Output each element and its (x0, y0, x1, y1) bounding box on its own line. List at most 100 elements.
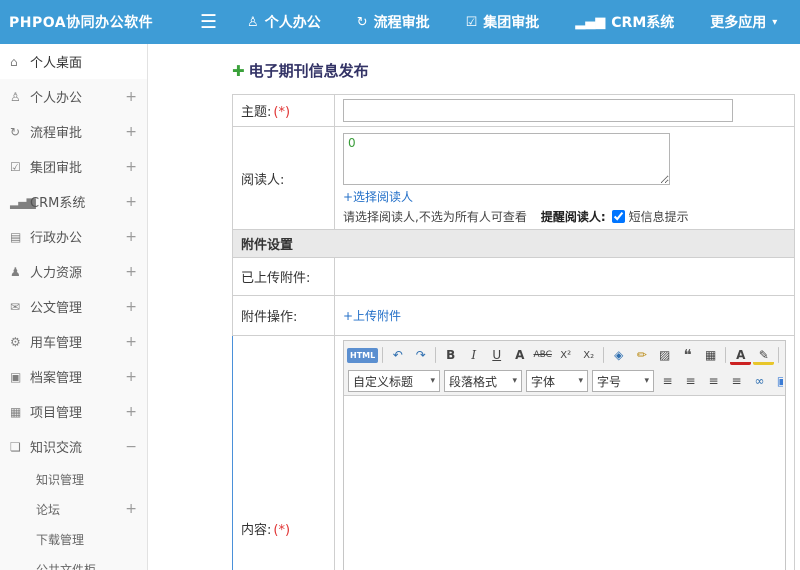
nav-personal-office[interactable]: ♙ 个人办公 (247, 12, 321, 32)
hamburger-menu-icon[interactable]: ☰ (200, 12, 217, 32)
image-button[interactable]: ▣ (772, 371, 783, 392)
expand-toggle-icon[interactable]: + (121, 501, 137, 517)
sidebar: ⌂ 个人桌面 ♙ 个人办公 + ↻ 流程审批 + ☑ 集团审批 + ▂▄▆ CR… (0, 44, 148, 570)
approval-icon: ☑ (10, 159, 21, 174)
sms-notify-checkbox[interactable] (611, 210, 625, 223)
expand-toggle-icon[interactable]: + (121, 124, 137, 140)
expand-toggle-icon[interactable]: + (121, 264, 137, 280)
sidebar-item-label: 用车管理 (30, 336, 83, 351)
editor-content-area[interactable] (344, 396, 785, 570)
blockquote-button[interactable]: ❝ (677, 345, 698, 366)
bar-chart-icon: ▂▄▆ (575, 14, 606, 30)
undo-button[interactable]: ↶ (387, 345, 408, 366)
align-justify-button[interactable]: ≡ (726, 371, 747, 392)
sidebar-item-forum[interactable]: 论坛 + (0, 494, 147, 524)
paragraph-select[interactable]: 段落格式 ▾ (444, 370, 522, 392)
subject-input[interactable] (343, 99, 733, 122)
briefcase-icon: ▤ (10, 229, 21, 244)
expand-toggle-icon[interactable]: + (121, 159, 137, 175)
superscript-button[interactable]: X² (555, 345, 576, 366)
chat-icon: ❏ (10, 439, 21, 454)
sidebar-item-vehicle-mgmt[interactable]: ⚙ 用车管理 + (0, 324, 147, 359)
sidebar-item-label: 集团审批 (30, 161, 83, 176)
attachment-section-row: 附件设置 (232, 229, 795, 258)
fill-color-button[interactable]: ▨ (654, 345, 675, 366)
align-left-button[interactable]: ≡ (657, 371, 678, 392)
content-label: 内容: (*) (232, 335, 335, 570)
sidebar-item-crm-system[interactable]: ▂▄▆ CRM系统 + (0, 184, 147, 219)
heading-select[interactable]: 自定义标题 ▾ (348, 370, 440, 392)
nav-workflow-approval[interactable]: ↻ 流程审批 (357, 12, 430, 32)
font-size-select[interactable]: 字号 ▾ (592, 370, 654, 392)
nav-label: 流程审批 (373, 15, 430, 31)
italic-button[interactable]: I (463, 345, 484, 366)
page-title-text: 电子期刊信息发布 (248, 62, 369, 80)
approval-icon: ☑ (465, 14, 478, 30)
main-content: ✚ 电子期刊信息发布 主题: (*) 阅读人: 0 +选择阅读人 请选择阅读人,… (149, 44, 800, 570)
strikethrough-button[interactable]: ABC (532, 345, 553, 366)
sidebar-item-group-approval[interactable]: ☑ 集团审批 + (0, 149, 147, 184)
readers-textarea[interactable]: 0 (343, 133, 670, 185)
expand-toggle-icon[interactable]: + (121, 194, 137, 210)
table-button[interactable]: ▦ (700, 345, 721, 366)
sidebar-item-admin-office[interactable]: ▤ 行政办公 + (0, 219, 147, 254)
sidebar-item-label: 个人桌面 (30, 56, 83, 71)
attachment-section-title: 附件设置 (232, 229, 795, 258)
expand-toggle-icon[interactable]: + (121, 334, 137, 350)
link-button[interactable]: ∞ (749, 371, 770, 392)
font-name-button[interactable]: A (509, 345, 530, 366)
people-icon: ♟ (10, 264, 21, 279)
project-icon: ▦ (10, 404, 21, 419)
format-painter-button[interactable]: ✏ (631, 345, 652, 366)
sidebar-item-public-cabinet[interactable]: 公共文件柜 (0, 554, 147, 570)
bold-button[interactable]: B (440, 345, 461, 366)
sidebar-item-workflow-approval[interactable]: ↻ 流程审批 + (0, 114, 147, 149)
source-button[interactable]: HTML (347, 347, 379, 363)
dropdown-label: 字号 (597, 374, 622, 389)
document-icon: ✉ (10, 299, 20, 314)
expand-toggle-icon[interactable]: + (121, 369, 137, 385)
align-right-button[interactable]: ≡ (703, 371, 724, 392)
sidebar-item-hr[interactable]: ♟ 人力资源 + (0, 254, 147, 289)
sidebar-item-document-mgmt[interactable]: ✉ 公文管理 + (0, 289, 147, 324)
sms-notify-label: 短信息提示 (628, 210, 689, 224)
sidebar-item-label: 流程审批 (30, 126, 83, 141)
sidebar-item-download-mgmt[interactable]: 下载管理 (0, 524, 147, 554)
subject-label: 主题: (*) (232, 94, 335, 127)
sidebar-item-personal-office[interactable]: ♙ 个人办公 + (0, 79, 147, 114)
sidebar-item-archive-mgmt[interactable]: ▣ 档案管理 + (0, 359, 147, 394)
expand-toggle-icon[interactable]: + (121, 299, 137, 315)
expand-toggle-icon[interactable]: + (121, 404, 137, 420)
font-color-button[interactable]: A (730, 348, 752, 365)
nav-crm-system[interactable]: ▂▄▆ CRM系统 (575, 12, 674, 32)
sidebar-item-label: 行政办公 (30, 231, 83, 246)
upload-attachment-link[interactable]: +上传附件 (343, 309, 401, 323)
sidebar-item-project-mgmt[interactable]: ▦ 项目管理 + (0, 394, 147, 429)
desktop-icon: ⌂ (10, 54, 18, 69)
dropdown-label: 字体 (531, 374, 556, 389)
nav-label: CRM系统 (611, 15, 675, 31)
uploaded-attachments-row: 已上传附件: (232, 257, 795, 296)
toolbar-row-1: HTML ↶ ↷ B I U A ABC X² X₂ ◈ ✏ ▨ ❝ ▦ A ✎ (346, 342, 783, 368)
expand-toggle-icon[interactable]: − (121, 439, 137, 455)
remove-format-button[interactable]: ◈ (608, 345, 629, 366)
subscript-button[interactable]: X₂ (578, 345, 599, 366)
uploaded-attachments-label: 已上传附件: (232, 257, 335, 296)
content-row: 内容: (*) HTML ↶ ↷ B I U A ABC X² X₂ ◈ ✏ ▨… (232, 335, 795, 570)
align-center-button[interactable]: ≡ (680, 371, 701, 392)
underline-button[interactable]: U (486, 345, 507, 366)
redo-button[interactable]: ↷ (410, 345, 431, 366)
expand-toggle-icon[interactable]: + (121, 229, 137, 245)
nav-more-apps[interactable]: 更多应用 ▾ (710, 12, 777, 32)
font-family-select[interactable]: 字体 ▾ (526, 370, 588, 392)
attachment-operation-label: 附件操作: (232, 295, 335, 336)
expand-toggle-icon[interactable]: + (121, 89, 137, 105)
bar-chart-icon: ▂▄▆ (10, 194, 36, 209)
sidebar-item-knowledge-exchange[interactable]: ❏ 知识交流 − (0, 429, 147, 464)
app-window: PHPOA协同办公软件 ☰ ♙ 个人办公 ↻ 流程审批 ☑ 集团审批 ▂▄▆ C… (0, 0, 800, 570)
select-readers-link[interactable]: +选择阅读人 (343, 190, 413, 204)
highlight-color-button[interactable]: ✎ (753, 348, 775, 365)
sidebar-item-desktop[interactable]: ⌂ 个人桌面 (0, 44, 147, 79)
nav-group-approval[interactable]: ☑ 集团审批 (466, 12, 540, 32)
sidebar-item-knowledge-mgmt[interactable]: 知识管理 (0, 464, 147, 494)
